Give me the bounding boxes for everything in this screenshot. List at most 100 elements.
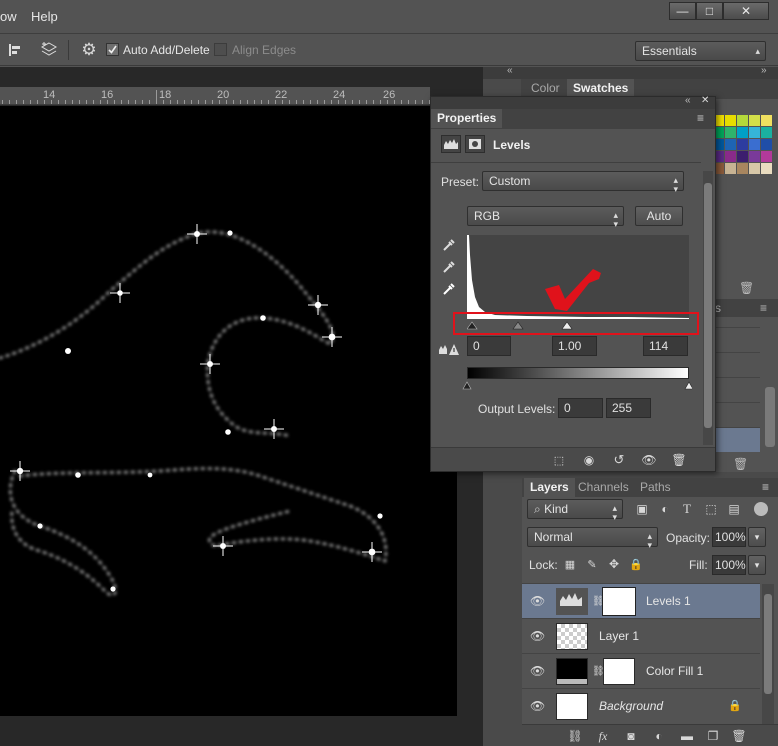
- preset-select[interactable]: Custom ▴ ▾: [482, 171, 684, 194]
- panel-menu-icon[interactable]: ≡: [762, 480, 769, 494]
- distribute-icon[interactable]: [38, 40, 60, 60]
- black-eyedropper-icon[interactable]: [441, 237, 457, 253]
- folder-icon[interactable]: ▬: [678, 728, 696, 744]
- auto-button[interactable]: Auto: [635, 206, 683, 226]
- menu-window[interactable]: ow: [0, 9, 17, 24]
- white-eyedropper-icon[interactable]: [441, 281, 457, 297]
- mask-icon[interactable]: ◙: [622, 728, 640, 744]
- tab-paths[interactable]: Paths: [634, 478, 677, 497]
- lock-transparency-icon[interactable]: ▦: [563, 557, 577, 571]
- shape-filter-icon[interactable]: ⬚: [703, 501, 719, 517]
- levels-adjustment-icon[interactable]: [441, 135, 461, 153]
- type-filter-icon[interactable]: T: [679, 501, 695, 517]
- reset-icon[interactable]: ↺: [609, 452, 629, 468]
- swatch[interactable]: [749, 139, 760, 150]
- input-black-field[interactable]: 0: [467, 336, 511, 356]
- kind-filter-select[interactable]: ⌕ Kind ▴ ▾: [527, 499, 623, 522]
- link-icon[interactable]: ⛓: [566, 728, 584, 744]
- auto-add-delete-checkbox[interactable]: [106, 43, 119, 56]
- swatch[interactable]: [761, 151, 772, 162]
- swatch[interactable]: [761, 115, 772, 126]
- swatch[interactable]: [749, 115, 760, 126]
- view-previous-icon[interactable]: ◉: [579, 452, 599, 468]
- output-slider-track[interactable]: [462, 379, 694, 390]
- eye-icon[interactable]: 👁: [530, 700, 545, 712]
- layer-row-color-fill-1[interactable]: 👁 ⛓ Color Fill 1: [522, 654, 760, 689]
- swatch[interactable]: [725, 127, 736, 138]
- swatch[interactable]: [749, 151, 760, 162]
- layer-row-levels-1[interactable]: 👁 ⛓ Levels 1: [522, 584, 760, 619]
- expand-icon[interactable]: »: [761, 65, 767, 76]
- swatch[interactable]: [761, 139, 772, 150]
- adjustment-icon[interactable]: ◐: [650, 728, 668, 744]
- properties-scrollbar[interactable]: [703, 171, 713, 445]
- swatch[interactable]: [749, 127, 760, 138]
- clipping-warning-icon[interactable]: [438, 341, 460, 357]
- panel-menu-icon[interactable]: ≡: [760, 301, 767, 315]
- mask-icon[interactable]: [465, 135, 485, 153]
- image-filter-icon[interactable]: ▣: [634, 501, 650, 517]
- trash-icon[interactable]: 🗑: [730, 728, 748, 744]
- swatch[interactable]: [725, 151, 736, 162]
- filter-toggle[interactable]: [754, 502, 768, 516]
- channel-select[interactable]: RGB ▴ ▾: [467, 206, 624, 229]
- lock-position-icon[interactable]: ✥: [607, 557, 621, 571]
- eye-icon[interactable]: 👁: [530, 595, 545, 607]
- collapse-icon[interactable]: «: [685, 95, 691, 106]
- collapse-icon[interactable]: «: [507, 65, 513, 76]
- layer-row-background[interactable]: 👁 Background 🔒: [522, 689, 760, 725]
- swatch[interactable]: [761, 127, 772, 138]
- clip-to-layer-icon[interactable]: ⬚: [549, 452, 569, 468]
- minimize-button[interactable]: —: [669, 2, 696, 20]
- trash-icon[interactable]: 🗑: [739, 281, 754, 295]
- maximize-button[interactable]: □: [696, 2, 723, 20]
- align-edges-checkbox[interactable]: [214, 43, 227, 56]
- opacity-field[interactable]: 100%: [712, 527, 746, 547]
- swatch[interactable]: [725, 163, 736, 174]
- visibility-icon[interactable]: 👁: [639, 452, 659, 468]
- output-white-field[interactable]: 255: [606, 398, 651, 418]
- swatch[interactable]: [761, 163, 772, 174]
- close-icon[interactable]: ✕: [701, 95, 709, 106]
- tab-channels[interactable]: Channels: [572, 478, 635, 497]
- align-icon[interactable]: [6, 41, 24, 59]
- swatch[interactable]: [725, 115, 736, 126]
- tab-properties[interactable]: Properties: [431, 109, 503, 128]
- fx-icon[interactable]: fx: [594, 728, 612, 744]
- swatch[interactable]: [737, 163, 748, 174]
- swatch[interactable]: [725, 139, 736, 150]
- menu-help[interactable]: Help: [31, 9, 58, 24]
- document-canvas[interactable]: [0, 106, 457, 716]
- swatch[interactable]: [749, 163, 760, 174]
- opacity-dropdown-button[interactable]: ▾: [748, 527, 766, 547]
- swatch[interactable]: [737, 139, 748, 150]
- layer-mask-thumbnail[interactable]: [602, 587, 636, 616]
- new-layer-icon[interactable]: ❐: [704, 728, 722, 744]
- blend-mode-select[interactable]: Normal ▴ ▾: [527, 527, 658, 550]
- close-window-button[interactable]: ✕: [723, 2, 769, 20]
- smart-object-filter-icon[interactable]: ▤: [726, 501, 742, 517]
- lock-paint-icon[interactable]: ✎: [585, 557, 599, 571]
- layer-row-layer-1[interactable]: 👁 Layer 1: [522, 619, 760, 654]
- lock-all-icon[interactable]: 🔒: [629, 557, 643, 571]
- adjustment-filter-icon[interactable]: ◐: [657, 501, 673, 517]
- fill-dropdown-button[interactable]: ▾: [748, 555, 766, 575]
- scrollbar-thumb[interactable]: [765, 387, 775, 447]
- layer-mask-thumbnail[interactable]: [603, 658, 635, 685]
- workspace-select[interactable]: Essentials ▴: [635, 41, 766, 61]
- input-white-field[interactable]: 114: [643, 336, 688, 356]
- eye-icon[interactable]: 👁: [530, 630, 545, 642]
- swatch[interactable]: [737, 127, 748, 138]
- trash-icon[interactable]: 🗑: [669, 452, 689, 468]
- gear-icon[interactable]: ⚙: [78, 40, 100, 60]
- swatch[interactable]: [737, 115, 748, 126]
- trash-icon[interactable]: 🗑: [733, 457, 748, 471]
- fill-field[interactable]: 100%: [712, 555, 746, 575]
- output-black-field[interactable]: 0: [558, 398, 603, 418]
- layers-scrollbar[interactable]: [762, 584, 774, 724]
- panel-menu-icon[interactable]: ≡: [697, 111, 704, 125]
- tab-layers[interactable]: Layers: [524, 478, 575, 497]
- gray-eyedropper-icon[interactable]: [441, 259, 457, 275]
- swatch[interactable]: [737, 151, 748, 162]
- input-gamma-field[interactable]: 1.00: [552, 336, 597, 356]
